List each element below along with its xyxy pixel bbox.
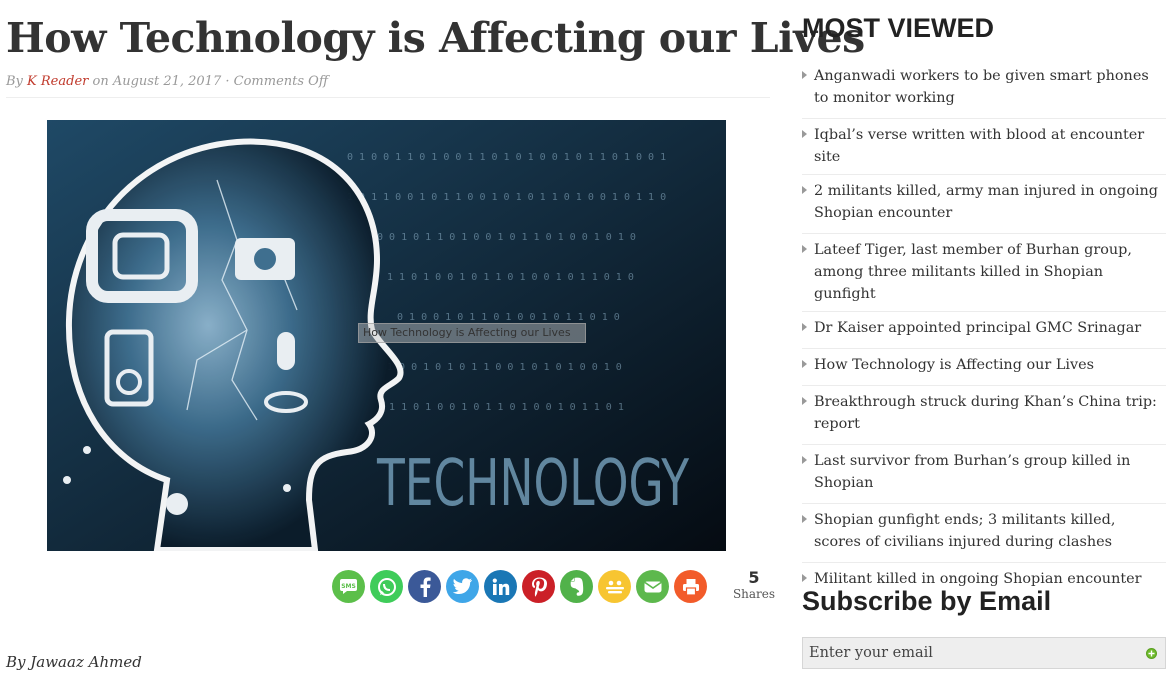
list-item: Breakthrough struck during Khan’s China … xyxy=(802,386,1166,445)
print-share-button[interactable] xyxy=(674,570,707,603)
list-item: Shopian gunfight ends; 3 militants kille… xyxy=(802,504,1166,563)
triangle-right-icon xyxy=(802,124,814,144)
comments-status: Comments Off xyxy=(233,74,329,89)
whatsapp-share-button[interactable] xyxy=(370,570,403,603)
svg-text:0 1 0 0 1 1 0 1 0 0 1 1 0 1 0: 0 1 0 0 1 1 0 1 0 0 1 1 0 1 0 1 0 0 1 0 … xyxy=(347,152,666,163)
triangle-right-icon xyxy=(802,568,814,588)
triangle-right-icon xyxy=(802,354,814,374)
pinterest-share-button[interactable] xyxy=(522,570,555,603)
triangle-right-icon xyxy=(802,65,814,85)
most-viewed-link[interactable]: Lateef Tiger, last member of Burhan grou… xyxy=(814,239,1166,305)
evernote-icon xyxy=(570,577,583,596)
svg-text:0 0 1 0 1 1 0 1 0 0 1 0 1 1 0: 0 0 1 0 1 1 0 1 0 0 1 0 1 1 0 1 0 0 1 0 … xyxy=(377,232,636,243)
triangle-right-icon xyxy=(802,317,814,337)
subscribe-submit-button[interactable] xyxy=(1146,648,1157,659)
most-viewed-link[interactable]: How Technology is Affecting our Lives xyxy=(814,354,1094,376)
list-item: Last survivor from Burhan’s group killed… xyxy=(802,445,1166,504)
email-share-button[interactable] xyxy=(636,570,669,603)
list-item: Lateef Tiger, last member of Burhan grou… xyxy=(802,234,1166,312)
most-viewed-link[interactable]: Iqbal’s verse written with blood at enco… xyxy=(814,124,1166,168)
image-tooltip: How Technology is Affecting our Lives xyxy=(358,323,586,343)
svg-text:1 0 0 1 0 1 0 1 1 0 0 1 0 1 0: 1 0 0 1 0 1 0 1 1 0 0 1 0 1 0 1 0 0 1 0 xyxy=(387,362,622,373)
buffer-icon xyxy=(605,580,624,593)
triangle-right-icon xyxy=(802,509,814,529)
svg-text:1 1 0 1 0 0 1 0 1 1 0 1 0 0 1: 1 1 0 1 0 0 1 0 1 1 0 1 0 0 1 0 1 1 0 1 … xyxy=(387,272,634,283)
sms-share-button[interactable]: SMS xyxy=(332,570,365,603)
svg-text:1 0 1 1 0 0 1 0 1 1 0 0 1 0 1: 1 0 1 1 0 0 1 0 1 1 0 0 1 0 1 0 1 1 0 1 … xyxy=(347,192,666,203)
facebook-share-button[interactable] xyxy=(408,570,441,603)
article-author-line: By Jawaaz Ahmed xyxy=(6,653,142,671)
sms-icon: SMS xyxy=(340,579,357,594)
most-viewed-link[interactable]: Anganwadi workers to be given smart phon… xyxy=(814,65,1166,109)
list-item: 2 militants killed, army man injured in … xyxy=(802,175,1166,234)
print-icon xyxy=(682,578,699,596)
whatsapp-icon xyxy=(377,577,396,596)
linkedin-share-button[interactable] xyxy=(484,570,517,603)
list-item: How Technology is Affecting our Lives xyxy=(802,349,1166,386)
svg-text:0 1 0 0 1 0 1 1 0 1 0 0 1 0 1: 0 1 0 0 1 0 1 1 0 1 0 0 1 0 1 1 0 1 0 xyxy=(397,312,620,323)
share-count-label: Shares xyxy=(732,587,776,601)
list-item: Anganwadi workers to be given smart phon… xyxy=(802,60,1166,119)
most-viewed-title: MOST VIEWED xyxy=(802,13,995,43)
most-viewed-link[interactable]: Last survivor from Burhan’s group killed… xyxy=(814,450,1166,494)
subscribe-title: Subscribe by Email xyxy=(802,586,1052,616)
list-item: Iqbal’s verse written with blood at enco… xyxy=(802,119,1166,175)
share-count-number: 5 xyxy=(748,568,760,587)
twitter-icon xyxy=(452,578,472,594)
svg-text:SMS: SMS xyxy=(341,583,356,590)
share-bar: SMS 5 Shares xyxy=(332,569,776,605)
article-byline: By K Reader on August 21, 2017 · Comment… xyxy=(6,74,770,98)
email-icon xyxy=(644,581,661,592)
triangle-right-icon xyxy=(802,180,814,200)
byline-prefix: By xyxy=(6,74,23,89)
most-viewed-link[interactable]: Dr Kaiser appointed principal GMC Srinag… xyxy=(814,317,1141,339)
author-link[interactable]: K Reader xyxy=(27,74,88,89)
linkedin-icon xyxy=(492,578,509,595)
triangle-right-icon xyxy=(802,450,814,470)
article-title: How Technology is Affecting our Lives xyxy=(6,14,865,62)
triangle-right-icon xyxy=(802,391,814,411)
publish-date: August 21, 2017 xyxy=(112,74,222,89)
evernote-share-button[interactable] xyxy=(560,570,593,603)
most-viewed-list: Anganwadi workers to be given smart phon… xyxy=(802,60,1166,600)
pinterest-icon xyxy=(531,577,547,597)
list-item: Dr Kaiser appointed principal GMC Srinag… xyxy=(802,312,1166,349)
article: How Technology is Affecting our Lives By… xyxy=(6,0,865,674)
image-word: TECHNOLOGY xyxy=(376,447,689,521)
byline-on: on xyxy=(92,74,109,89)
facebook-icon xyxy=(420,576,431,597)
email-field[interactable] xyxy=(803,638,1133,668)
share-count: 5 Shares xyxy=(732,568,776,602)
most-viewed-link[interactable]: Breakthrough struck during Khan’s China … xyxy=(814,391,1166,435)
subscribe-form xyxy=(802,637,1166,669)
buffer-share-button[interactable] xyxy=(598,570,631,603)
plus-icon xyxy=(1148,650,1155,657)
most-viewed-link[interactable]: Shopian gunfight ends; 3 militants kille… xyxy=(814,509,1166,553)
svg-text:0 1 1 0 1 0 0 1 0 1 1 0 1 0 0: 0 1 1 0 1 0 0 1 0 1 1 0 1 0 0 1 0 1 1 0 … xyxy=(377,402,624,413)
sidebar: MOST VIEWED Anganwadi workers to be give… xyxy=(802,0,1168,674)
triangle-right-icon xyxy=(802,239,814,259)
twitter-share-button[interactable] xyxy=(446,570,479,603)
most-viewed-link[interactable]: 2 militants killed, army man injured in … xyxy=(814,180,1166,224)
byline-separator: · xyxy=(225,74,230,89)
